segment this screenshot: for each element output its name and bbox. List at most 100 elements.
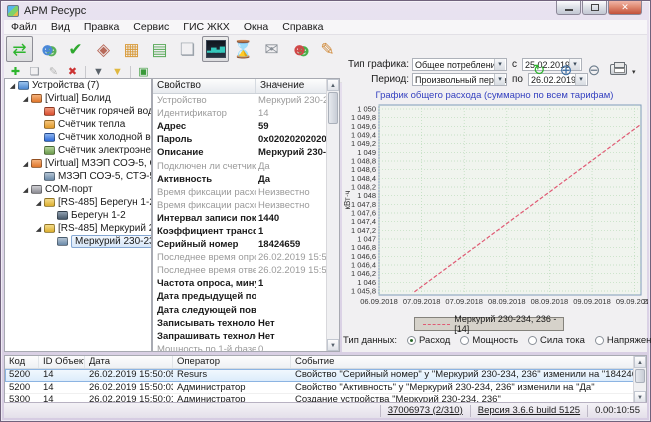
abonents-button[interactable]: ☻	[34, 36, 61, 62]
svg-text:1 047,4: 1 047,4	[351, 217, 376, 226]
print-icon[interactable]	[610, 64, 627, 75]
property-row[interactable]: Идентификатор14	[153, 107, 339, 120]
tree-item[interactable]: Счётчик холодной воды	[5, 131, 151, 144]
tree-item[interactable]: ◢COM-порт	[5, 183, 151, 196]
reports-button[interactable]: ❏	[174, 36, 201, 62]
zoom-in-icon[interactable]: ⊕	[555, 60, 577, 80]
expanded-icon[interactable]: ◢	[8, 82, 17, 90]
property-row[interactable]: Дата следующей пове...	[153, 304, 339, 317]
history-button[interactable]: ⌛	[230, 36, 257, 62]
scroll-thumb[interactable]	[328, 92, 338, 124]
status-counter-link[interactable]: 37006973 (2/310)	[380, 405, 470, 417]
maximize-button[interactable]	[582, 1, 607, 15]
expanded-icon[interactable]: ◢	[34, 225, 43, 233]
radio-unselected-icon[interactable]	[528, 336, 537, 345]
tree-item-label: Берегун 1-2	[71, 210, 129, 222]
radio-option-label[interactable]: Сила тока	[540, 335, 585, 346]
expanded-icon[interactable]: ◢	[21, 186, 30, 194]
chart-type-select[interactable]: Общее потребление	[412, 58, 507, 71]
payments-button[interactable]: ▤	[146, 36, 173, 62]
property-row[interactable]: Мощность по 1-й фазе...0	[153, 343, 339, 352]
messages-button[interactable]: ✉	[258, 36, 285, 62]
log-row[interactable]: 52001426.02.2019 15:50:05ResursСвойство …	[5, 369, 646, 382]
property-row[interactable]: Последнее время ответа26.02.2019 15:50:0…	[153, 264, 339, 277]
scroll-up-icon[interactable]: ▲	[327, 79, 339, 91]
property-row[interactable]: Дата предыдущей пов...	[153, 290, 339, 303]
menu-gis-zhkh[interactable]: ГИС ЖКХ	[176, 20, 237, 34]
menu-windows[interactable]: Окна	[237, 20, 275, 34]
log-scrollbar[interactable]: ▲ ▼	[633, 356, 646, 403]
period-label: Период:	[342, 74, 412, 85]
property-row[interactable]: Последнее время опроса26.02.2019 15:50:0…	[153, 251, 339, 264]
tree-item[interactable]: ◢[RS-485] Берегун 1-2	[5, 196, 151, 209]
zoom-out-icon[interactable]: ⊖	[583, 60, 605, 80]
tree-item[interactable]: Счётчик электроэнергии	[5, 144, 151, 157]
charts-button[interactable]: ▂▅▃▆	[202, 36, 229, 62]
menu-help[interactable]: Справка	[275, 20, 330, 34]
print-options-caret-icon[interactable]: ▾	[632, 68, 636, 76]
property-row[interactable]: Запрашивать техноло...Нет	[153, 330, 339, 343]
radio-option-label[interactable]: Мощность	[472, 335, 518, 346]
scheme-button[interactable]: ◈	[90, 36, 117, 62]
svg-text:1 047,2: 1 047,2	[351, 226, 376, 235]
property-row[interactable]: Записывать технологи...Нет	[153, 317, 339, 330]
properties-header: Свойство Значение	[153, 79, 339, 94]
property-row[interactable]: УстройствоМеркурий 230-234, 236	[153, 94, 339, 107]
journal-button[interactable]: ✎	[314, 36, 341, 62]
properties-scrollbar[interactable]: ▲ ▼	[326, 79, 339, 351]
minimize-button[interactable]	[556, 1, 581, 15]
radio-unselected-icon[interactable]	[595, 336, 604, 345]
scroll-thumb[interactable]	[635, 369, 645, 383]
scroll-down-icon[interactable]: ▼	[327, 339, 339, 351]
radio-selected-icon[interactable]	[407, 336, 416, 345]
close-button[interactable]: ✕	[608, 1, 642, 15]
table-button[interactable]: ▦	[118, 36, 145, 62]
log-col-header[interactable]: Дата	[85, 356, 173, 368]
log-col-header[interactable]: Оператор	[173, 356, 291, 368]
property-row[interactable]: Время фиксации расхо...Неизвестно	[153, 186, 339, 199]
log-col-header[interactable]: Событие	[291, 356, 646, 368]
property-row[interactable]: АктивностьДа	[153, 173, 339, 186]
sync-button[interactable]: ⇄	[6, 36, 33, 62]
tree-item[interactable]: ◢[Virtual] МЗЭП СОЭ-5, СТЭ-561	[5, 157, 151, 170]
tree-item[interactable]: ◢[RS-485] Меркурий 230-234, 236	[5, 222, 151, 235]
menu-edit[interactable]: Правка	[77, 20, 126, 34]
radio-option-label[interactable]: Напряжение	[607, 335, 651, 346]
to-label: по	[507, 74, 525, 85]
expanded-icon[interactable]: ◢	[21, 160, 30, 168]
tree-item[interactable]: МЗЭП СОЭ-5, СТЭ-561	[5, 170, 151, 183]
tree-item[interactable]: ◢ Устройства (7)	[5, 79, 151, 92]
log-col-header[interactable]: ID Объекта	[39, 356, 85, 368]
tree-item[interactable]: Меркурий 230-234, 236	[5, 235, 151, 248]
property-row[interactable]: Частота опроса, минуты1	[153, 277, 339, 290]
refresh-icon[interactable]: ↻	[528, 60, 550, 80]
check-button[interactable]: ✔	[62, 36, 89, 62]
tree-item[interactable]: Счётчик тепла	[5, 118, 151, 131]
property-row[interactable]: Время фиксации расхо...Неизвестно	[153, 199, 339, 212]
status-version-link[interactable]: Версия 3.6.6 build 5125	[470, 405, 587, 417]
radio-unselected-icon[interactable]	[460, 336, 469, 345]
menu-service[interactable]: Сервис	[126, 20, 176, 34]
tree-item[interactable]: ◢[Virtual] Болид	[5, 92, 151, 105]
property-name: Время фиксации расхо...	[153, 187, 256, 198]
property-row[interactable]: Коэффициент трансфо...1	[153, 225, 339, 238]
expanded-icon[interactable]: ◢	[34, 199, 43, 207]
tree-item[interactable]: Берегун 1-2	[5, 209, 151, 222]
property-row[interactable]: ОписаниеМеркурий 230-234, 236	[153, 146, 339, 159]
menu-view[interactable]: Вид	[44, 20, 77, 34]
property-row[interactable]: Подключен ли счетчикДа	[153, 159, 339, 172]
log-row[interactable]: 52001426.02.2019 15:50:03АдминистраторСв…	[5, 382, 646, 395]
period-select[interactable]: Произвольный период	[412, 73, 507, 86]
radio-option-label[interactable]: Расход	[419, 335, 450, 346]
property-row[interactable]: Серийный номер18424659	[153, 238, 339, 251]
scroll-up-icon[interactable]: ▲	[634, 356, 646, 368]
property-row[interactable]: Пароль0x020202020202	[153, 133, 339, 146]
tree-item[interactable]: Счётчик горячей воды	[5, 105, 151, 118]
expanded-icon[interactable]: ◢	[21, 95, 30, 103]
tree-item-label: Устройства (7)	[32, 80, 102, 92]
log-col-header[interactable]: Код	[5, 356, 39, 368]
property-row[interactable]: Интервал записи пока...1440	[153, 212, 339, 225]
statuses-button[interactable]: ☻	[286, 36, 313, 62]
menu-file[interactable]: Файл	[4, 20, 44, 34]
property-row[interactable]: Адрес59	[153, 120, 339, 133]
